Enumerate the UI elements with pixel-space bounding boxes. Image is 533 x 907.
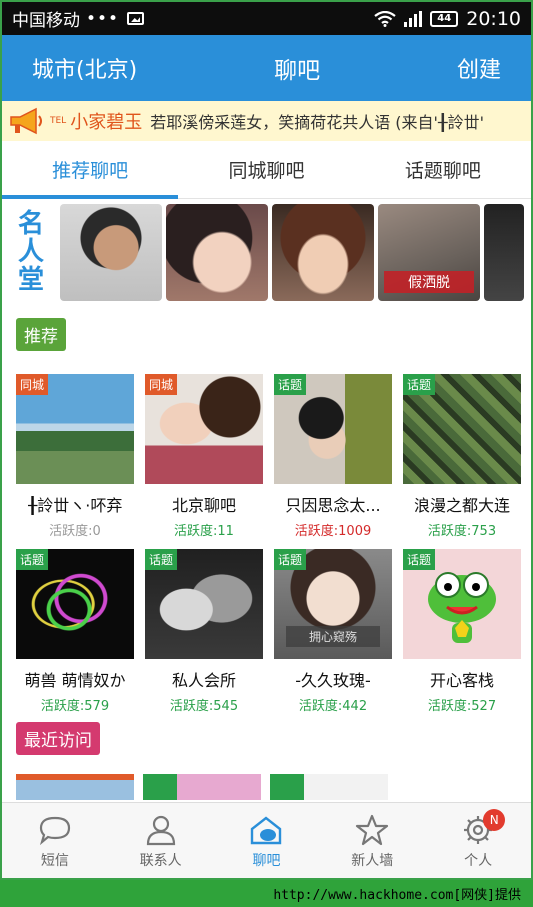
marquee-username[interactable]: 小家碧玉	[70, 108, 142, 134]
room-thumbnail: 同城	[145, 374, 263, 484]
status-bar: 中国移动 ••• 44 20:10	[2, 2, 531, 35]
room-activity: 活跃度:442	[298, 699, 368, 714]
page-title: 聊吧	[274, 58, 321, 84]
nav-profile[interactable]: 个人 N	[425, 803, 531, 878]
room-name: 北京聊吧	[171, 496, 236, 515]
room-badge: 同城	[145, 374, 178, 395]
room-name: 私人会所	[171, 671, 236, 690]
frog-mascot-image	[428, 572, 496, 643]
signal-dots: •••	[86, 8, 120, 29]
room-activity: 活跃度:579	[40, 699, 110, 714]
app-header: 城市(北京) 聊吧 创建	[2, 35, 531, 101]
star-icon	[356, 814, 389, 845]
nav-label: 新人墙	[351, 852, 394, 869]
create-button[interactable]: 创建	[457, 52, 501, 84]
room-card[interactable]: 话题 开心客栈 活跃度:527	[403, 549, 521, 714]
nav-label: 个人	[464, 852, 493, 869]
room-activity: 活跃度:545	[169, 699, 239, 714]
fame-avatar[interactable]	[484, 203, 524, 301]
room-thumbnail: 话题	[16, 549, 134, 659]
fame-avatar[interactable]: 假洒脱	[378, 203, 480, 301]
source-watermark: http://www.hackhome.com[网侠]提供	[0, 880, 533, 907]
city-selector[interactable]: 城市(北京)	[32, 52, 137, 84]
recent-visits-strip	[16, 774, 521, 800]
tab-same-city[interactable]: 同城聊吧	[178, 141, 354, 198]
nav-messages[interactable]: 短信	[2, 803, 108, 878]
nav-contacts[interactable]: 联系人	[108, 803, 214, 878]
room-badge: 话题	[274, 374, 307, 395]
room-name: -久久玫瑰-	[295, 671, 371, 690]
room-card[interactable]: 话题 私人会所 活跃度:545	[145, 549, 263, 714]
hall-of-fame-label: 名 人 堂	[17, 209, 44, 295]
bottom-nav: 短信 联系人 聊吧 新人墙 个人 N	[2, 802, 531, 878]
room-name: 只因思念太...	[285, 496, 381, 515]
clock: 20:10	[466, 7, 521, 30]
room-thumbnail: 话题	[403, 549, 521, 659]
room-activity: 活跃度:11	[174, 524, 234, 539]
fame-avatar[interactable]	[166, 203, 268, 301]
contact-icon	[146, 815, 175, 845]
room-activity: 活跃度:1009	[294, 524, 372, 539]
room-name: 浪漫之都大连	[413, 496, 510, 515]
room-thumbnail: 话题 拥心窥殇	[274, 549, 392, 659]
tab-recommended[interactable]: 推荐聊吧	[2, 141, 179, 199]
recommended-section-label: 推荐	[16, 318, 66, 351]
recent-visits-label: 最近访问	[16, 722, 100, 755]
nav-label: 联系人	[139, 852, 182, 869]
megaphone-icon	[10, 107, 42, 135]
room-activity: 活跃度:753	[427, 524, 497, 539]
room-badge: 话题	[403, 374, 436, 395]
image-notification-icon	[127, 12, 145, 25]
nav-chat-bar[interactable]: 聊吧	[214, 803, 320, 878]
tab-topic[interactable]: 话题聊吧	[355, 141, 531, 198]
chat-home-icon	[251, 815, 282, 844]
nav-label: 聊吧	[252, 852, 281, 869]
cell-signal-icon	[404, 10, 423, 27]
room-thumbnail: 同城	[16, 374, 134, 484]
recent-room-card[interactable]	[16, 774, 134, 800]
nav-newcomer-wall[interactable]: 新人墙	[319, 803, 425, 878]
room-activity: 活跃度:527	[427, 699, 497, 714]
room-card[interactable]: 话题 只因思念太... 活跃度:1009	[274, 374, 392, 539]
message-icon	[39, 816, 70, 845]
room-card[interactable]: 同城 北京聊吧 活跃度:11	[145, 374, 263, 539]
phone-screen: 中国移动 ••• 44 20:10 城市(北京) 聊吧 创建 TEL 小家碧玉 …	[0, 0, 533, 880]
room-card[interactable]: 同城 ╂詅丗ヽ·吥弃 活跃度:0	[16, 374, 134, 539]
room-name: ╂詅丗ヽ·吥弃	[27, 496, 123, 515]
wifi-icon	[374, 10, 396, 27]
room-activity: 活跃度:0	[49, 524, 101, 539]
room-thumbnail: 话题	[274, 374, 392, 484]
room-overlay-text: 拥心窥殇	[286, 626, 380, 647]
room-badge: 话题	[145, 549, 178, 570]
room-thumbnail: 话题	[145, 549, 263, 659]
room-thumbnail: 话题	[403, 374, 521, 484]
fame-avatar[interactable]	[60, 203, 162, 301]
carrier-name: 中国移动	[12, 11, 80, 31]
room-card[interactable]: 话题 拥心窥殇 -久久玫瑰- 活跃度:442	[274, 549, 392, 714]
hall-of-fame: 名 人 堂 假洒脱	[2, 202, 531, 302]
fame-avatar[interactable]	[272, 203, 374, 301]
room-name: 萌兽 萌情奴か	[24, 671, 126, 690]
notification-badge: N	[483, 809, 506, 831]
room-grid-row: 同城 ╂詅丗ヽ·吥弃 活跃度:0 同城 北京聊吧 活跃度:11 话题 只因思念太…	[16, 374, 521, 539]
battery-icon: 44	[430, 10, 459, 27]
room-card[interactable]: 话题 萌兽 萌情奴か 活跃度:579	[16, 549, 134, 714]
room-badge: 话题	[274, 549, 307, 570]
marquee-message: 若耶溪傍采莲女，笑摘荷花共人语 (来自'╂詅丗'	[150, 113, 484, 132]
recent-room-card[interactable]	[143, 774, 261, 800]
room-grid-row: 话题 萌兽 萌情奴か 活跃度:579 话题 私人会所 活跃度:545 话题 拥心…	[16, 549, 521, 714]
tab-bar: 推荐聊吧 同城聊吧 话题聊吧	[2, 141, 531, 199]
room-badge: 同城	[16, 374, 49, 395]
room-badge: 话题	[16, 549, 49, 570]
announcement-marquee[interactable]: TEL 小家碧玉 若耶溪傍采莲女，笑摘荷花共人语 (来自'╂詅丗'	[2, 101, 531, 141]
fame-photo-banner: 假洒脱	[384, 270, 474, 293]
nav-label: 短信	[40, 852, 69, 869]
recent-room-card[interactable]	[270, 774, 388, 800]
room-card[interactable]: 话题 浪漫之都大连 活跃度:753	[403, 374, 521, 539]
tel-tag: TEL	[50, 116, 67, 126]
room-name: 开心客栈	[429, 671, 494, 690]
